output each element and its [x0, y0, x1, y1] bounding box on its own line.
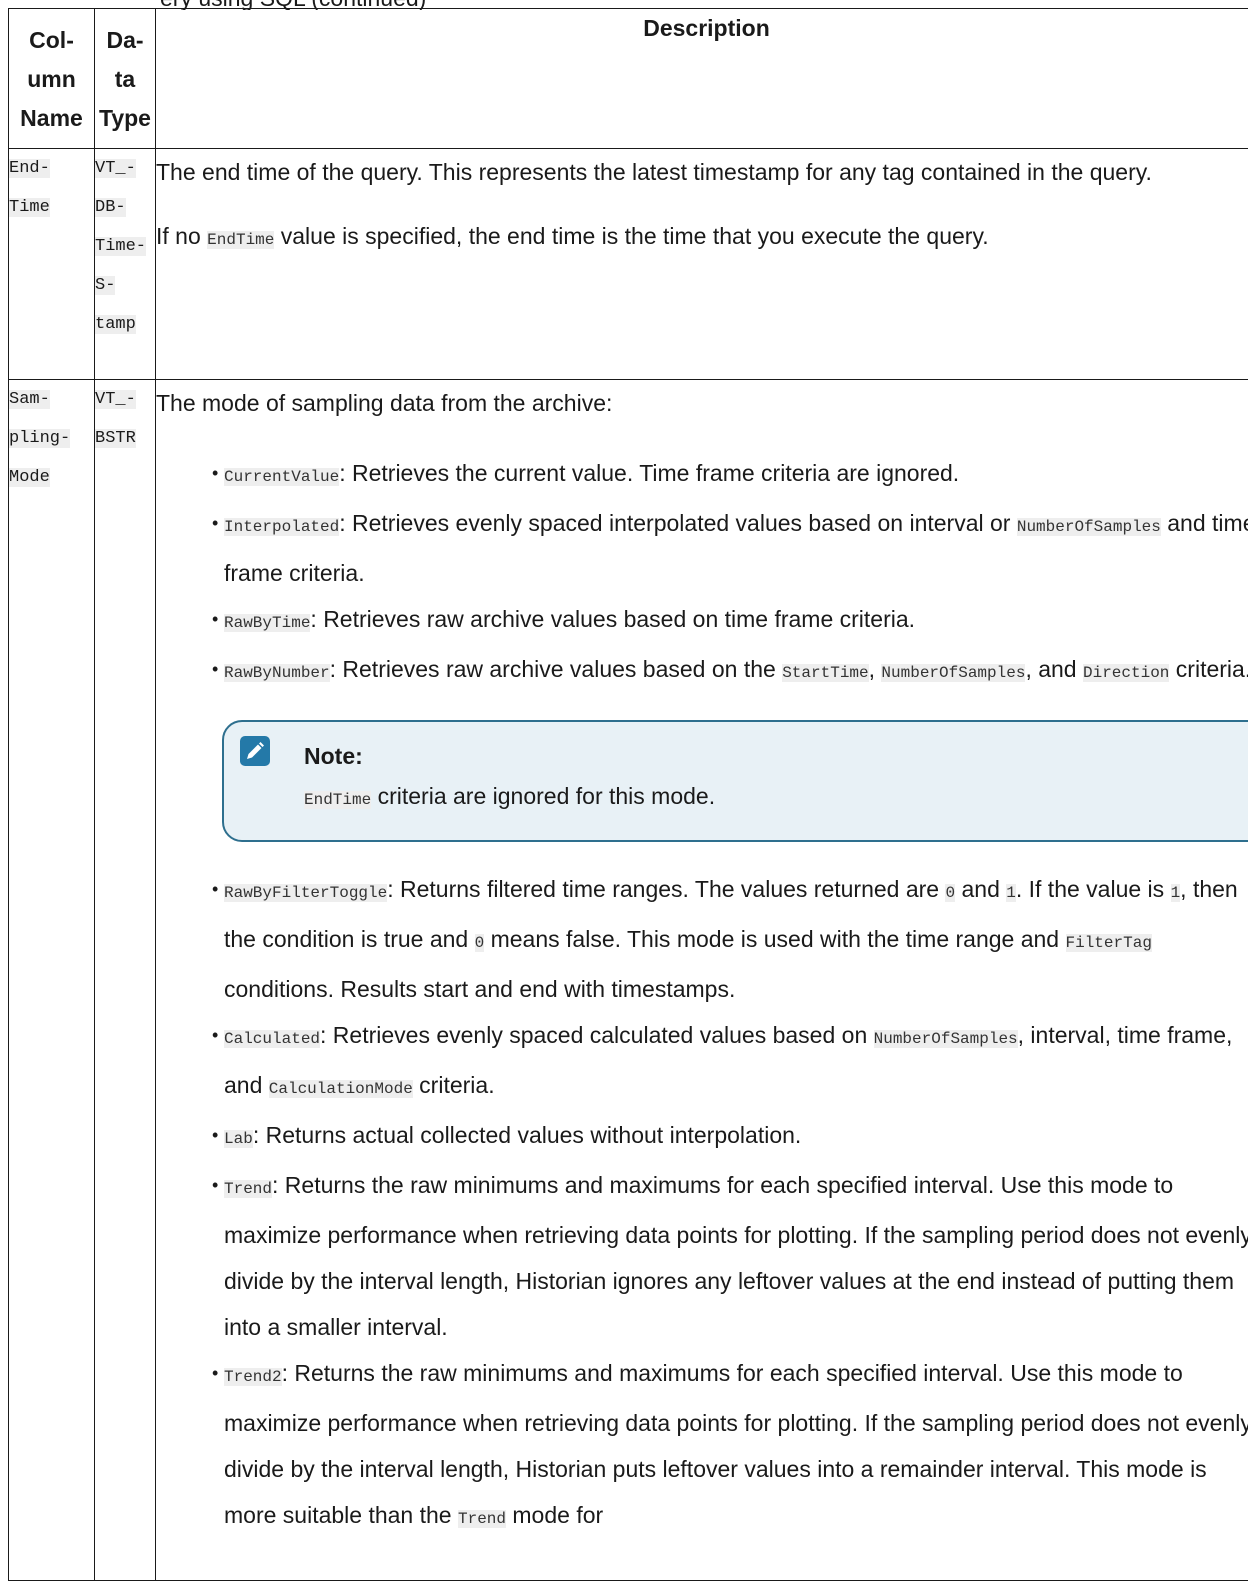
- cell-text: pling-: [9, 429, 71, 448]
- text: and: [955, 876, 1007, 902]
- cell-text: Sam-: [9, 390, 50, 409]
- data-type-cell: VT_- DB- Time- S- tamp: [94, 148, 156, 380]
- inline-code: 1: [1006, 884, 1016, 902]
- inline-code: Interpolated: [224, 518, 340, 536]
- header-column-name: Col- umn Name: [8, 8, 95, 149]
- cell-text: tamp: [95, 315, 136, 334]
- cell-text: VT_-: [95, 159, 136, 178]
- inline-code: EndTime: [207, 231, 275, 249]
- inline-code: CurrentValue: [224, 468, 340, 486]
- inline-code: NumberOfSamples: [873, 1030, 1018, 1048]
- column-name-cell: End- Time: [8, 148, 95, 380]
- text: If no: [156, 223, 208, 249]
- inline-code: RawByTime: [224, 614, 311, 632]
- inline-code: NumberOfSamples: [1016, 518, 1161, 536]
- cell-text: VT_-: [95, 390, 136, 409]
- text: : Retrieves raw archive values based on …: [329, 656, 783, 682]
- inline-code: NumberOfSamples: [881, 664, 1026, 682]
- text: : Retrieves evenly spaced calculated val…: [320, 1022, 874, 1048]
- cell-text: Time-: [95, 237, 147, 256]
- list-item: Trend: Returns the raw minimums and maxi…: [212, 1162, 1248, 1350]
- inline-code: Trend2: [224, 1368, 282, 1386]
- sampling-mode-list: CurrentValue: Retrieves the current valu…: [156, 450, 1248, 1542]
- list-item: Interpolated: Retrieves evenly spaced in…: [212, 500, 1248, 596]
- column-name-cell: Sam- pling- Mode: [8, 379, 95, 1581]
- list-item: Trend2: Returns the raw minimums and max…: [212, 1350, 1248, 1542]
- text: : Returns filtered time ranges. The valu…: [387, 876, 946, 902]
- column-reference-table: Col- umn Name Da- ta Type Description En…: [8, 8, 1248, 1581]
- inline-code: 0: [474, 934, 485, 952]
- text: mode for: [506, 1502, 604, 1528]
- text: : Retrieves evenly spaced interpolated v…: [339, 510, 1017, 536]
- note-callout: Note: EndTime criteria are ignored for t…: [222, 720, 1248, 842]
- header-text: umn: [27, 66, 76, 92]
- text: criteria are ignored for this mode.: [371, 783, 716, 809]
- data-type-cell: VT_- BSTR: [94, 379, 156, 1581]
- text: : Returns the raw minimums and maximums …: [224, 1172, 1248, 1340]
- list-item: CurrentValue: Retrieves the current valu…: [212, 450, 1248, 500]
- inline-code: Trend: [224, 1180, 273, 1198]
- header-description: Description: [155, 8, 1248, 149]
- pencil-icon: [240, 736, 270, 766]
- description-paragraph: The end time of the query. This represen…: [156, 159, 1152, 185]
- list-item: RawByTime: Retrieves raw archive values …: [212, 596, 1248, 646]
- inline-code: FilterTag: [1065, 934, 1152, 952]
- description-cell: The end time of the query. This represen…: [155, 148, 1248, 380]
- text: : Returns the raw minimums and maximums …: [224, 1360, 1248, 1528]
- text: value is specified, the end time is the …: [274, 223, 989, 249]
- inline-code: RawByNumber: [224, 664, 330, 682]
- list-item: Lab: Returns actual collected values wit…: [212, 1112, 1248, 1162]
- text: . If the value is: [1015, 876, 1171, 902]
- cell-text: DB-: [95, 198, 126, 217]
- cell-text: End-: [9, 159, 50, 178]
- description-cell: The mode of sampling data from the archi…: [155, 379, 1248, 1581]
- inline-code: EndTime: [304, 791, 372, 809]
- text: , and: [1025, 656, 1083, 682]
- table-row: Sam- pling- Mode VT_- BSTR The mode of s…: [8, 379, 1248, 1581]
- description-paragraph: If no EndTime value is specified, the en…: [156, 213, 1248, 263]
- header-text: Name: [20, 105, 83, 131]
- cell-text: Time: [9, 198, 50, 217]
- header-data-type: Da- ta Type: [94, 8, 156, 149]
- list-item: RawByNumber: Retrieves raw archive value…: [212, 646, 1248, 842]
- note-body: EndTime criteria are ignored for this mo…: [304, 776, 1248, 820]
- cell-text: Mode: [9, 468, 50, 487]
- note-title: Note:: [304, 743, 363, 769]
- inline-code: StartTime: [782, 664, 869, 682]
- text: : Retrieves the current value. Time fram…: [339, 460, 960, 486]
- text: conditions. Results start and end with t…: [224, 976, 736, 1002]
- text: means false. This mode is used with the …: [484, 926, 1066, 952]
- header-text: Da-: [106, 27, 144, 53]
- text: criteria.: [412, 1072, 495, 1098]
- text: : Retrieves raw archive values based on …: [310, 606, 916, 632]
- list-item: Calculated: Retrieves evenly spaced calc…: [212, 1012, 1248, 1112]
- text: ,: [868, 656, 882, 682]
- inline-code: Direction: [1082, 664, 1170, 682]
- inline-code: 1: [1170, 884, 1181, 902]
- table-header-row: Col- umn Name Da- ta Type Description: [8, 8, 1248, 149]
- description-intro: The mode of sampling data from the archi…: [156, 390, 613, 416]
- inline-code: Calculated: [224, 1030, 321, 1048]
- list-item: RawByFilterToggle: Returns filtered time…: [212, 866, 1248, 1012]
- cell-text: BSTR: [95, 429, 136, 448]
- text: : Returns actual collected values withou…: [252, 1122, 802, 1148]
- inline-code: 0: [945, 884, 956, 902]
- inline-code: CalculationMode: [268, 1080, 413, 1098]
- header-text: Type: [99, 105, 151, 131]
- text: criteria.: [1169, 656, 1248, 682]
- table-row: End- Time VT_- DB- Time- S- tamp The end…: [8, 148, 1248, 380]
- cell-text: S-: [95, 276, 116, 295]
- inline-code: RawByFilterToggle: [224, 884, 388, 902]
- inline-code: Trend: [457, 1510, 506, 1528]
- header-text: ta: [114, 66, 136, 92]
- header-text: Col-: [29, 27, 74, 53]
- inline-code: Lab: [224, 1130, 253, 1148]
